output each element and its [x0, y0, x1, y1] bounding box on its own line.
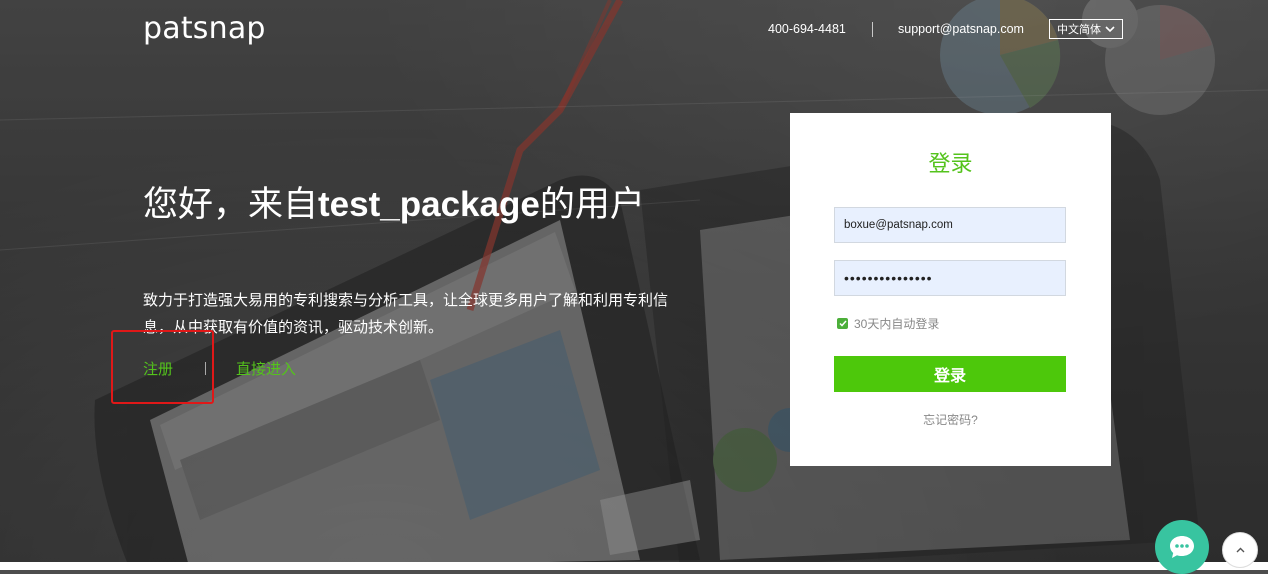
- chevron-up-icon: [1236, 547, 1244, 553]
- welcome-heading-suffix: 的用户: [539, 185, 645, 224]
- direct-enter-link[interactable]: 直接进入: [236, 358, 296, 379]
- page-bottom-strip: [0, 562, 1268, 570]
- language-select-label: 中文简体: [1057, 24, 1101, 36]
- organization-name: test_package: [318, 185, 540, 224]
- login-title: 登录: [928, 151, 973, 176]
- chat-button[interactable]: [1155, 520, 1209, 574]
- support-email-link[interactable]: support@patsnap.com: [898, 22, 1024, 36]
- login-button[interactable]: 登录: [834, 356, 1066, 392]
- welcome-heading: 您好，来自test_package的用户: [143, 183, 663, 227]
- support-phone: 400-694-4481: [768, 22, 846, 36]
- language-select[interactable]: 中文简体: [1049, 19, 1123, 39]
- remember-me-label: 30天内自动登录: [854, 317, 940, 331]
- forgot-password-link[interactable]: 忘记密码?: [790, 411, 1111, 428]
- register-link[interactable]: 注册: [143, 358, 173, 379]
- checkbox-checked-icon[interactable]: [837, 318, 848, 329]
- patsnap-logo[interactable]: patsnap: [143, 11, 266, 46]
- chat-bubble-icon: [1170, 536, 1194, 558]
- email-input[interactable]: boxue@patsnap.com: [834, 207, 1066, 243]
- welcome-heading-prefix: 您好，来自: [143, 185, 319, 224]
- login-card: 登录 boxue@patsnap.com ••••••••••••••• 30天…: [790, 113, 1111, 466]
- password-input[interactable]: •••••••••••••••: [834, 260, 1066, 296]
- remember-me-checkbox[interactable]: 30天内自动登录: [837, 315, 939, 332]
- back-to-top-button[interactable]: [1222, 532, 1258, 568]
- link-divider: [205, 362, 206, 375]
- chevron-down-icon: [1105, 25, 1115, 32]
- hero-description: 致力于打造强大易用的专利搜索与分析工具，让全球更多用户了解和利用专利信息，从中获…: [143, 292, 669, 336]
- header-divider: [872, 22, 873, 37]
